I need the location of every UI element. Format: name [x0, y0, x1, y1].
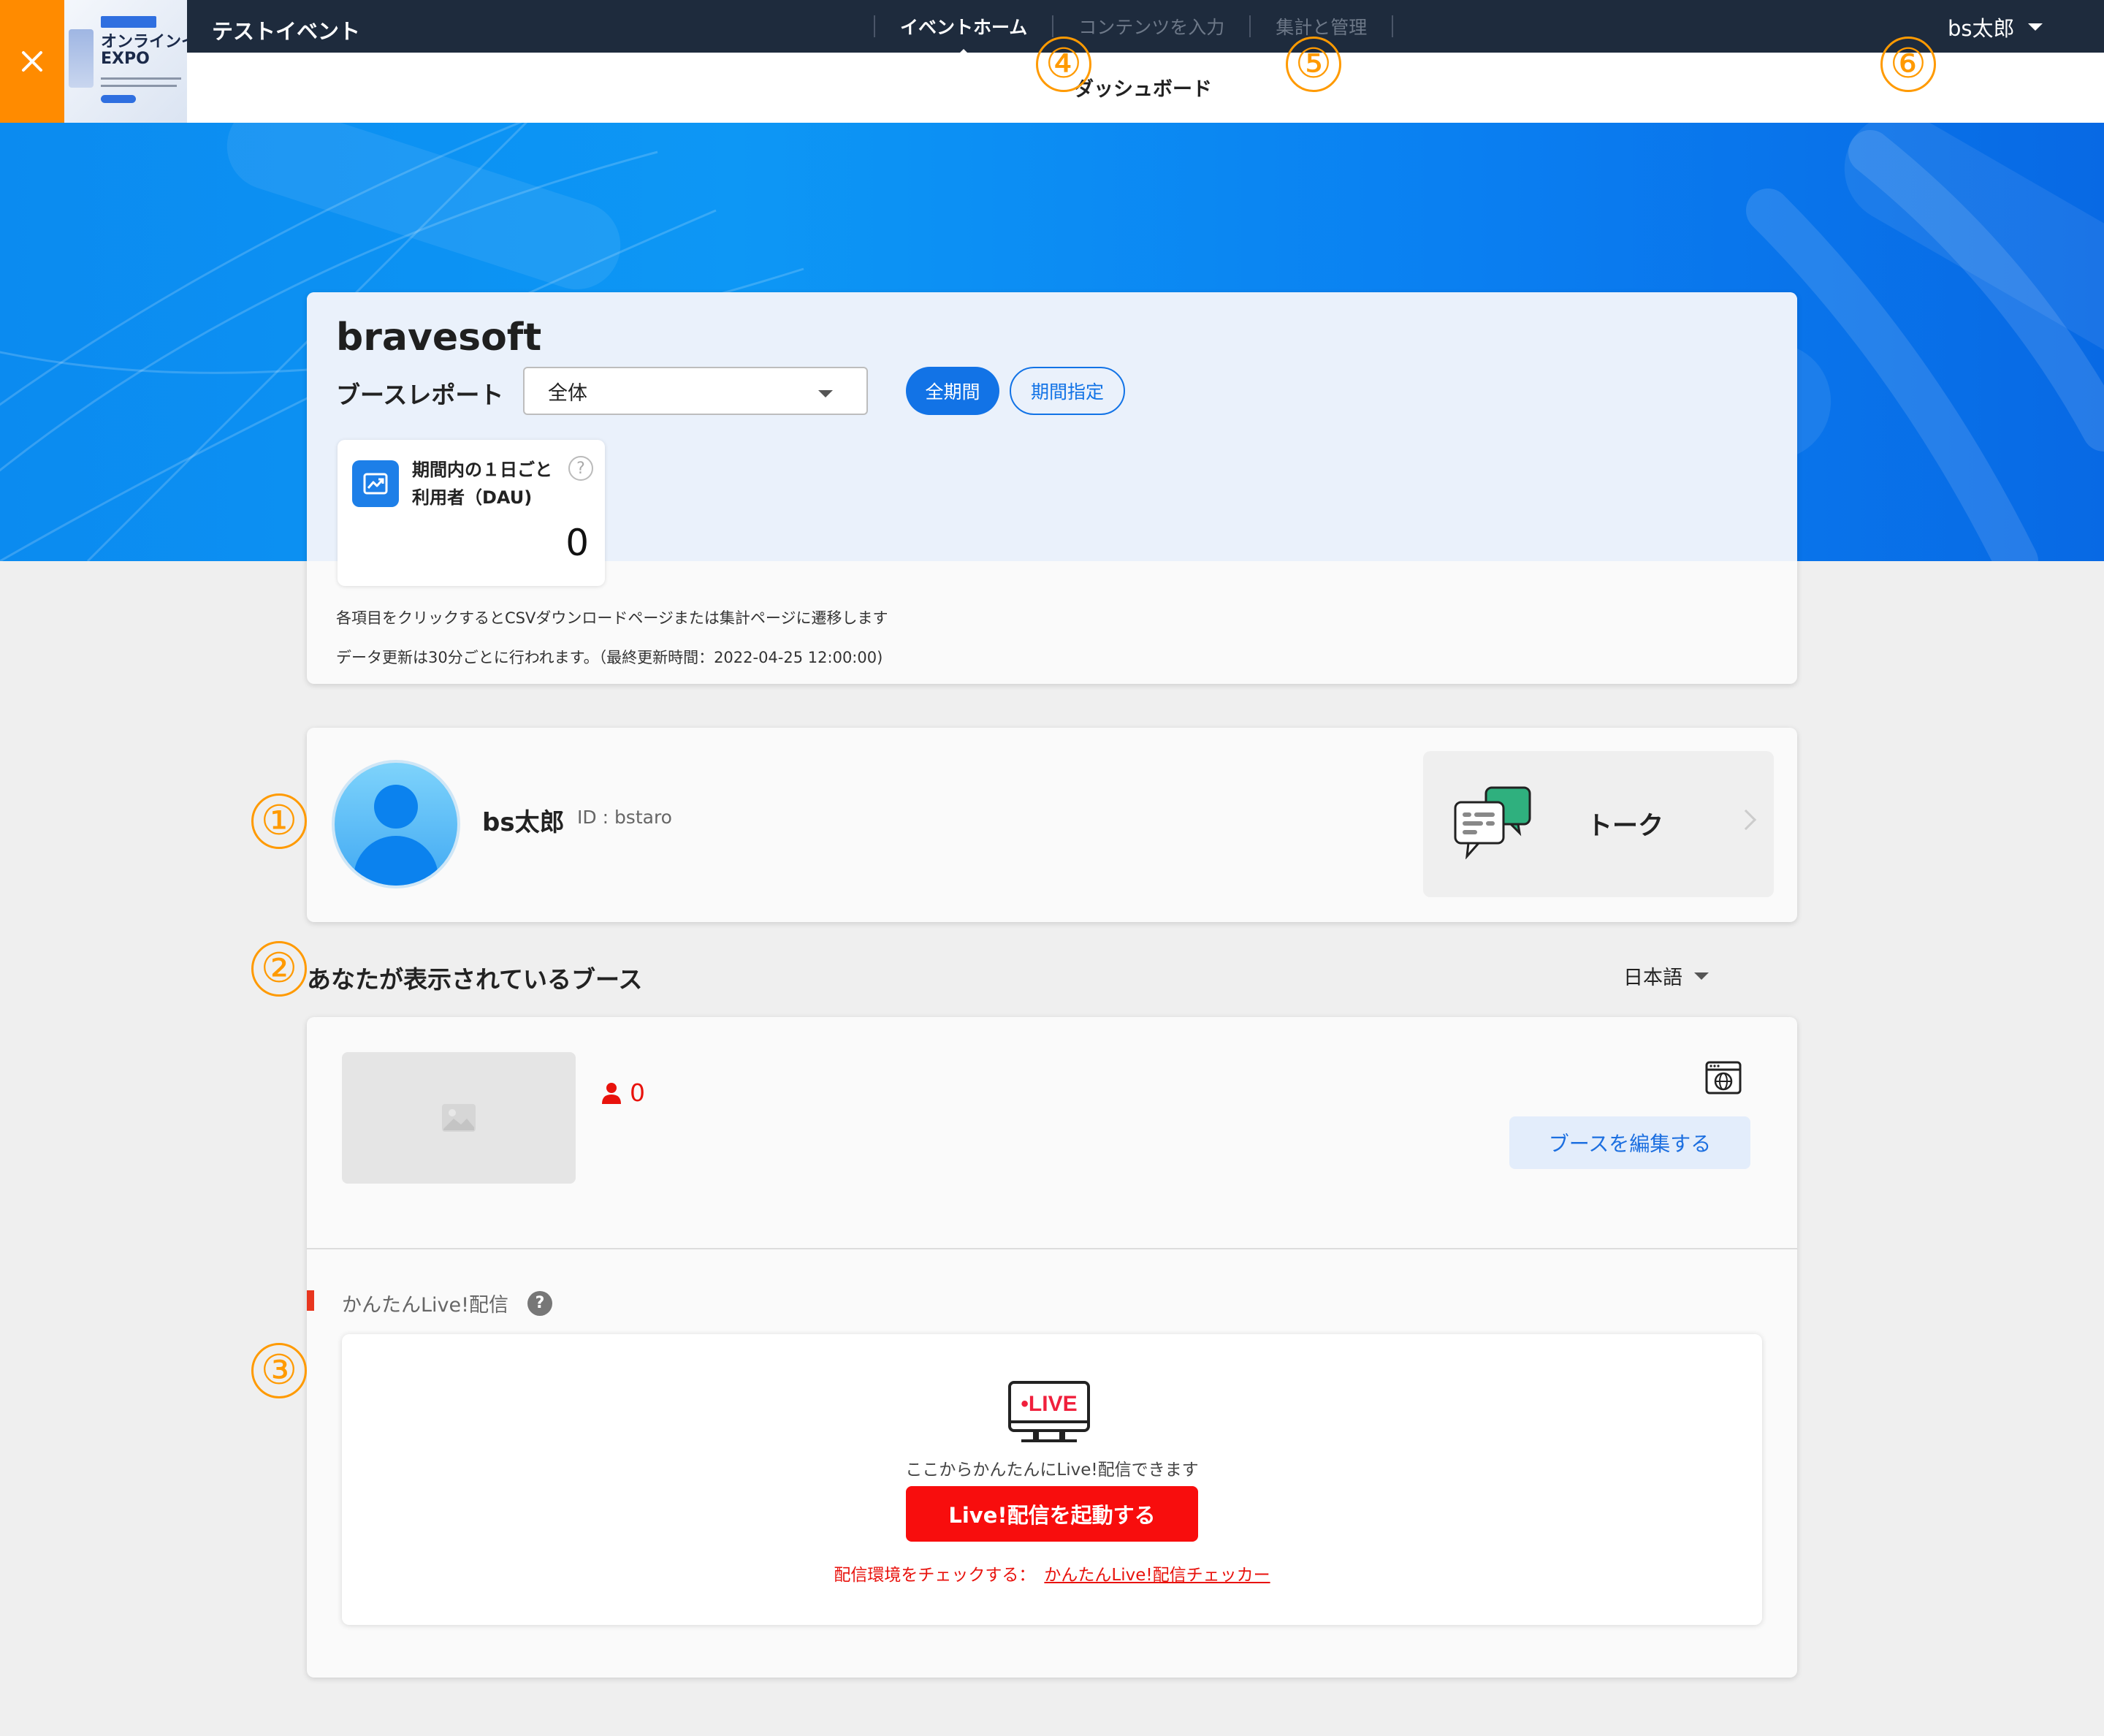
- live-section-title: かんたんLive!配信: [342, 1294, 508, 1317]
- dau-stat-card[interactable]: 期間内の１日ごと 利用者（DAU) ? 0: [338, 440, 605, 586]
- annotation-marker-5: ⑤: [1286, 37, 1341, 92]
- nav-separator: [1392, 15, 1394, 37]
- edit-booth-button[interactable]: ブースを編集する: [1509, 1116, 1750, 1169]
- live-section-marker: [307, 1290, 314, 1311]
- chevron-right-icon: [1735, 809, 1757, 831]
- profile-id: ID : bstaro: [577, 807, 672, 828]
- user-menu[interactable]: bs太郎: [1948, 12, 2043, 42]
- event-name: テストイベント: [212, 19, 361, 44]
- annotation-marker-2: ②: [251, 941, 307, 997]
- carousel-dot[interactable]: [885, 115, 897, 123]
- report-note-click: 各項目をクリックするとCSVダウンロードページまたは集計ページに遷移します: [336, 609, 888, 627]
- web-browser-icon[interactable]: [1705, 1061, 1742, 1097]
- nav-item-stats-management[interactable]: 集計と管理: [1251, 13, 1392, 39]
- thumbnail-illustration: [69, 29, 94, 88]
- talk-button[interactable]: トーク: [1423, 751, 1774, 897]
- thumbnail-title: オンラインイ EXPO: [101, 33, 187, 69]
- start-live-button[interactable]: Live!配信を起動する: [906, 1486, 1198, 1542]
- help-icon[interactable]: ?: [568, 456, 593, 481]
- live-streaming-panel: •LIVE ここからかんたんにLive!配信できます Live!配信を起動する …: [342, 1334, 1762, 1625]
- booth-report-select[interactable]: 全体: [523, 367, 868, 415]
- live-description: ここからかんたんにLive!配信できます: [905, 1461, 1199, 1480]
- carousel-dot[interactable]: [675, 115, 687, 123]
- avatar-body: [354, 836, 438, 886]
- user-menu-name: bs太郎: [1948, 16, 2015, 41]
- live-checker: 配信環境をチェックする： かんたんLive!配信チェッカー: [342, 1561, 1762, 1585]
- booth-card: 0 ブースを編集する かんたんLive!配信 ? •LIVE ここからかんたんに…: [307, 1017, 1797, 1678]
- help-icon[interactable]: ?: [527, 1290, 552, 1316]
- dau-value: 0: [565, 522, 589, 564]
- event-thumbnail[interactable]: オンラインイ EXPO: [64, 0, 187, 123]
- carousel-dot[interactable]: [745, 115, 757, 123]
- live-section-label: かんたんLive!配信 ?: [342, 1289, 552, 1317]
- thumbnail-text-line: [101, 85, 177, 87]
- close-button[interactable]: [0, 0, 64, 123]
- report-note-update: データ更新は30分ごとに行われます。（最終更新時間：2022-04-25 12:…: [336, 649, 883, 666]
- annotation-marker-3: ③: [251, 1343, 307, 1398]
- live-monitor-icon: •LIVE: [1008, 1381, 1090, 1442]
- annotation-marker-4: ④: [1036, 37, 1091, 92]
- chevron-down-icon: [1694, 972, 1709, 980]
- live-checker-link[interactable]: かんたんLive!配信チェッカー: [1044, 1566, 1270, 1585]
- chevron-down-icon: [2027, 23, 2043, 31]
- booth-report-card: bravesoft ブースレポート 全体 全期間 期間指定 期間内の１日ごと 利…: [307, 292, 1797, 684]
- thumbnail-logo: [101, 16, 156, 28]
- profile-card: bs太郎 ID : bstaro トーク: [307, 728, 1797, 922]
- annotation-marker-1: ①: [251, 793, 307, 849]
- thumbnail-button: [101, 95, 136, 103]
- avatar-head: [374, 785, 418, 829]
- checker-prefix: 配信環境をチェックする：: [834, 1566, 1036, 1585]
- chevron-down-icon: [818, 390, 833, 397]
- period-all-button[interactable]: 全期間: [906, 367, 999, 415]
- period-range-button[interactable]: 期間指定: [1010, 367, 1125, 415]
- carousel-dot[interactable]: [710, 115, 722, 123]
- trend-chart-icon: [352, 460, 399, 507]
- carousel-dot[interactable]: [815, 115, 827, 123]
- section-divider: [307, 1248, 1797, 1249]
- carousel-dot[interactable]: [640, 115, 652, 123]
- carousel-indicators: [640, 115, 897, 123]
- avatar[interactable]: [332, 760, 460, 888]
- carousel-dot[interactable]: [780, 115, 792, 123]
- language-select[interactable]: 日本語: [1623, 962, 1709, 990]
- language-value: 日本語: [1623, 967, 1682, 989]
- visitor-count: 0: [602, 1078, 645, 1107]
- talk-label: トーク: [1587, 812, 1664, 841]
- nav-item-content-input[interactable]: コンテンツを入力: [1053, 13, 1249, 39]
- carousel-dot[interactable]: [850, 115, 862, 123]
- chat-bubbles-icon: [1454, 786, 1531, 859]
- company-name: bravesoft: [336, 316, 542, 359]
- live-badge-text: •LIVE: [1021, 1392, 1077, 1416]
- close-icon: [22, 51, 42, 72]
- booth-report-label: ブースレポート: [336, 381, 504, 409]
- select-value: 全体: [548, 381, 587, 405]
- page-subtitle: ダッシュボード: [1074, 78, 1212, 101]
- booth-section-title: あなたが表示されているブース: [307, 965, 643, 994]
- booth-image-placeholder[interactable]: [342, 1052, 576, 1184]
- dau-title: 期間内の１日ごと 利用者（DAU): [412, 460, 552, 508]
- thumbnail-text-line: [101, 77, 181, 80]
- image-placeholder-icon: [442, 1104, 476, 1132]
- profile-name: bs太郎: [482, 808, 565, 837]
- annotation-marker-6: ⑥: [1880, 37, 1936, 92]
- nav-item-event-home[interactable]: イベントホーム: [875, 13, 1052, 58]
- visitor-count-value: 0: [630, 1078, 645, 1107]
- person-icon: [602, 1082, 621, 1104]
